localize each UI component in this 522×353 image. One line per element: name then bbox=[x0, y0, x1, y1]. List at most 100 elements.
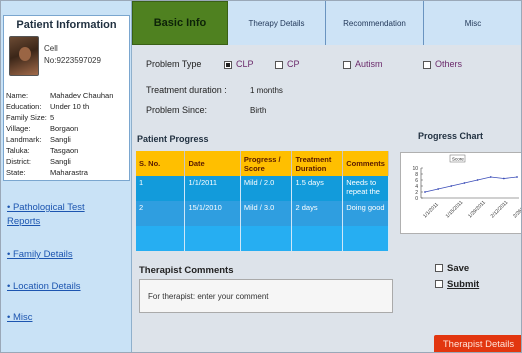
cell-progress: Mild / 2.0 bbox=[240, 176, 293, 201]
info-value: Under 10 th bbox=[50, 102, 90, 111]
option-others[interactable]: Others bbox=[423, 59, 462, 69]
progress-chart-title: Progress Chart bbox=[418, 131, 484, 141]
tab-basic-info[interactable]: Basic Info bbox=[132, 1, 228, 45]
data-point bbox=[489, 176, 492, 178]
cell-progress: Mild / 3.0 bbox=[240, 201, 293, 226]
problem-type-options: CLP CP Autism Others bbox=[224, 59, 514, 71]
cell-date bbox=[184, 226, 241, 251]
cp-checkbox[interactable] bbox=[275, 60, 283, 69]
data-point bbox=[516, 176, 518, 178]
info-value: Mahadev Chauhan bbox=[50, 91, 114, 100]
data-point bbox=[502, 177, 505, 180]
option-clp[interactable]: CLP bbox=[224, 59, 254, 69]
info-row: Education: Under 10 th bbox=[6, 101, 130, 112]
x-tick-label: 2/26/2011 bbox=[512, 200, 522, 220]
info-key: Name: bbox=[6, 91, 29, 100]
autism-checkbox[interactable] bbox=[343, 60, 351, 69]
cell-sno bbox=[136, 226, 186, 251]
patient-card-title: Patient Information bbox=[16, 19, 117, 31]
info-key: District: bbox=[6, 157, 31, 166]
submit-label: Submit bbox=[447, 279, 480, 290]
col-comments: Comments bbox=[342, 151, 389, 176]
progress-chart: 0 2 4 6 8 10 Score 1/1/2011 1/15/2011 1/29/2011 2/… bbox=[400, 152, 522, 234]
option-others-label: Others bbox=[435, 59, 463, 69]
info-row: Taluka: Tasgaon bbox=[6, 145, 130, 156]
table-row[interactable]: 1 1/1/2011 Mild / 2.0 1.5 days Needs to … bbox=[136, 176, 389, 201]
cell-date: 15/1/2010 bbox=[184, 201, 241, 226]
sidebar: Patient Information Cell No:9223597029 N… bbox=[1, 1, 132, 352]
x-tick-label: 2/12/2011 bbox=[490, 200, 510, 220]
cell-date: 1/1/2011 bbox=[184, 176, 241, 201]
tab-bar: Basic Info Therapy Details Recommendatio… bbox=[132, 1, 521, 45]
x-tick-label: 1/1/2011 bbox=[422, 202, 440, 220]
sidebar-link-misc[interactable]: • Misc bbox=[7, 311, 33, 325]
cell-number: No:9223597029 bbox=[44, 56, 101, 65]
cell-progress bbox=[240, 226, 293, 251]
y-tick-label: 4 bbox=[415, 184, 418, 190]
treatment-duration-value: 1 months bbox=[250, 86, 283, 95]
tab-misc[interactable]: Misc bbox=[424, 1, 521, 45]
y-tick-label: 0 bbox=[415, 196, 418, 202]
table-row[interactable]: 2 15/1/2010 Mild / 3.0 2 days Doing good bbox=[136, 201, 389, 226]
option-clp-label: CLP bbox=[236, 59, 254, 69]
patient-progress-title: Patient Progress bbox=[137, 134, 209, 144]
patient-photo bbox=[9, 36, 39, 76]
cell-duration bbox=[291, 226, 344, 251]
info-row: District: Sangli bbox=[6, 156, 130, 167]
table-row[interactable] bbox=[136, 226, 389, 251]
x-tick-label: 1/29/2011 bbox=[467, 200, 487, 220]
submit-option[interactable]: Submit bbox=[435, 279, 479, 290]
therapist-comments-title: Therapist Comments bbox=[139, 265, 234, 276]
progress-chart-svg: 0246810Score1/1/2011 1/15/2011 1/29/2011 2/… bbox=[412, 154, 522, 220]
submit-checkbox[interactable] bbox=[435, 280, 443, 289]
info-key: Village: bbox=[6, 124, 31, 133]
data-point bbox=[424, 191, 426, 193]
info-value: Tasgaon bbox=[50, 146, 79, 155]
tab-recommendation[interactable]: Recommendation bbox=[326, 1, 424, 45]
col-date: Date bbox=[184, 151, 241, 176]
y-tick-label: 10 bbox=[412, 166, 418, 172]
data-point bbox=[476, 179, 479, 181]
save-option[interactable]: Save bbox=[435, 263, 469, 274]
info-value: Sangli bbox=[50, 135, 71, 144]
info-key: Education: bbox=[6, 102, 42, 111]
cell-label: Cell bbox=[44, 44, 58, 53]
option-autism[interactable]: Autism bbox=[343, 59, 383, 69]
problem-type-label: Problem Type bbox=[146, 59, 202, 69]
sidebar-link-pathological-test[interactable]: • Pathological Test Reports bbox=[7, 201, 85, 229]
cell-duration: 1.5 days bbox=[291, 176, 344, 201]
y-tick-label: 2 bbox=[415, 190, 418, 196]
patient-info-table: Name: Mahadev Chauhan Education: Under 10 … bbox=[6, 90, 130, 178]
therapist-details-button[interactable]: Therapist Details bbox=[434, 335, 521, 352]
sidebar-link-family-details[interactable]: • Family Details bbox=[7, 248, 73, 262]
sidebar-link-label: • Pathological Test bbox=[7, 202, 85, 213]
app-window: Patient Information Cell No:9223597029 N… bbox=[0, 0, 522, 353]
progress-table-header: S. No. Date Progress / Score Treatment D… bbox=[136, 151, 389, 176]
info-key: State: bbox=[6, 168, 26, 177]
cell-sno: 2 bbox=[136, 201, 186, 226]
therapist-comment-input[interactable]: For therapist: enter your comment bbox=[139, 279, 393, 313]
info-row: Family Size: 5 bbox=[6, 112, 130, 123]
option-cp-label: CP bbox=[287, 59, 300, 69]
others-checkbox[interactable] bbox=[423, 60, 431, 69]
col-sno: S. No. bbox=[136, 151, 186, 176]
sidebar-link-location-details[interactable]: • Location Details bbox=[7, 280, 81, 294]
save-checkbox[interactable] bbox=[435, 264, 443, 273]
cell-duration: 2 days bbox=[291, 201, 344, 226]
patient-card: Patient Information Cell No:9223597029 N… bbox=[3, 15, 130, 181]
problem-since-value: Birth bbox=[250, 106, 267, 115]
clp-checkbox[interactable] bbox=[224, 60, 232, 69]
info-key: Landmark: bbox=[6, 135, 42, 144]
info-key: Family Size: bbox=[6, 113, 47, 122]
progress-table: S. No. Date Progress / Score Treatment D… bbox=[136, 151, 389, 251]
info-value: Maharastra bbox=[50, 168, 88, 177]
problem-since-label: Problem Since: bbox=[146, 105, 208, 115]
info-value: 5 bbox=[50, 113, 55, 122]
option-cp[interactable]: CP bbox=[275, 59, 300, 69]
legend-label: Score bbox=[452, 157, 464, 162]
treatment-duration-label: Treatment duration : bbox=[146, 85, 227, 95]
tab-therapy-details[interactable]: Therapy Details bbox=[228, 1, 326, 45]
y-tick-label: 6 bbox=[415, 178, 418, 184]
info-row: Name: Mahadev Chauhan bbox=[6, 90, 130, 101]
y-tick-label: 8 bbox=[415, 172, 418, 178]
